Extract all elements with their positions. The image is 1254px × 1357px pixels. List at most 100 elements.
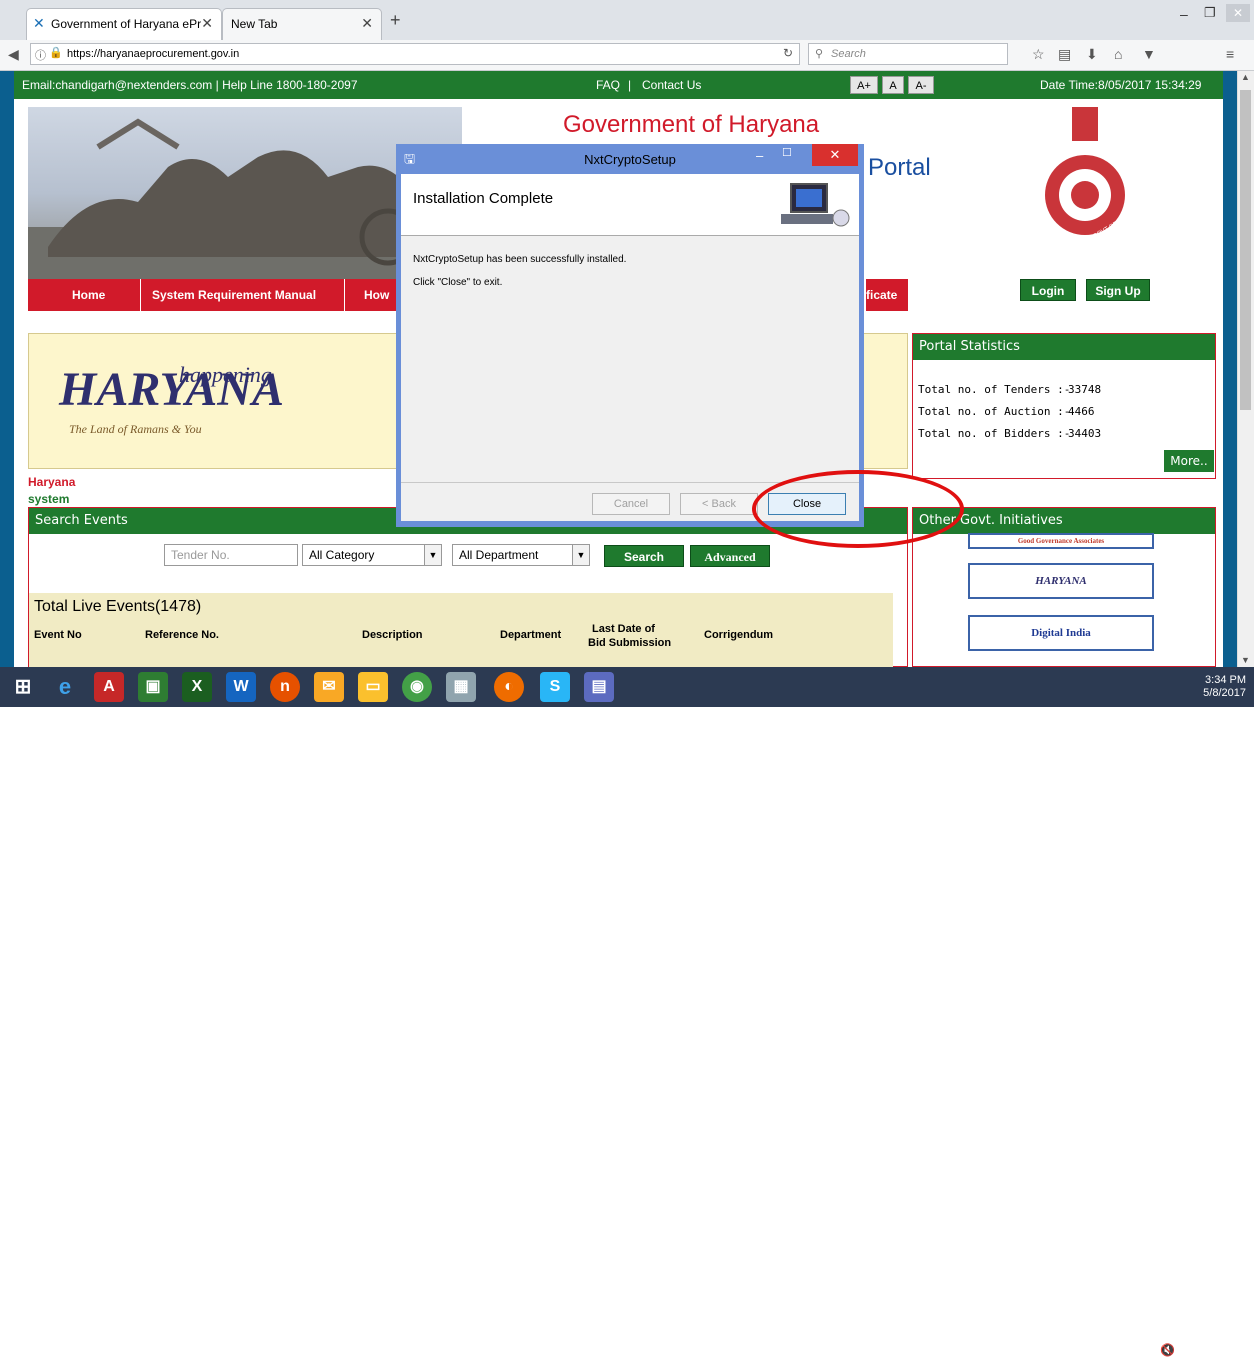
advanced-search-button[interactable]: Advanced	[690, 545, 770, 567]
browser-tab-bar: ✕ Government of Haryana ePr ✕ New Tab ✕ …	[0, 0, 1254, 40]
menu-divider	[140, 279, 141, 311]
annotation-circle	[752, 470, 964, 548]
windows-start-icon[interactable]: ⊞	[8, 672, 38, 702]
column-header: Corrigendum	[704, 629, 774, 641]
site-title: Government of Haryana	[563, 111, 820, 138]
tab-haryana-eprocurement[interactable]: ✕ Government of Haryana ePr ✕	[26, 8, 222, 40]
firefox-icon[interactable]: ◐	[494, 672, 524, 702]
taskbar-clock[interactable]: 3:34 PM 5/8/2017	[1196, 674, 1246, 700]
dialog-close-button[interactable]: ✕	[812, 144, 858, 166]
file-explorer-icon[interactable]: ▭	[358, 672, 388, 702]
cancel-button[interactable]: Cancel	[592, 493, 670, 515]
back-button[interactable]: < Back	[680, 493, 758, 515]
scroll-up-icon[interactable]: ▲	[1241, 72, 1250, 82]
column-header: Description	[362, 629, 423, 641]
menu-item-label: ficate	[866, 288, 898, 302]
search-icon: ⚲	[815, 48, 824, 60]
menu-item-system-requirement[interactable]: System Requirement Manual	[152, 288, 316, 302]
outlook-icon[interactable]: ✉	[314, 672, 344, 702]
installer-taskbar-icon[interactable]: ▤	[584, 672, 614, 702]
windows-taskbar: ⊞ e A ▣ X W n ✉ ▭ ◉ ▦ ◐ S ▤ ▲ 🔇 ▭	[0, 667, 1254, 1357]
column-header: Last Date of	[592, 623, 655, 635]
skype-icon[interactable]: S	[540, 672, 570, 702]
dialog-maximize-button[interactable]: ☐	[782, 146, 792, 159]
dialog-title-bar[interactable]: 🖫 NxtCryptoSetup – ☐ ✕	[396, 144, 864, 174]
digital-india-logo[interactable]: Digital India	[968, 615, 1154, 651]
menu-item-how[interactable]: How	[364, 288, 389, 302]
orange-app-icon[interactable]: n	[270, 672, 300, 702]
stat-label: Total no. of Tenders :-	[918, 383, 1071, 396]
nxtcrypto-setup-dialog: 🖫 NxtCryptoSetup – ☐ ✕ Installation Comp…	[396, 144, 864, 527]
menu-divider	[344, 279, 345, 311]
bookmark-star-icon[interactable]: ☆	[1032, 46, 1045, 63]
font-normal-button[interactable]: A	[882, 76, 904, 94]
success-message: NxtCryptoSetup has been successfully ins…	[413, 254, 627, 265]
department-select[interactable]: All Department ▼	[452, 544, 590, 566]
window-close-button[interactable]: ✕	[1226, 4, 1250, 22]
dialog-heading: Installation Complete	[413, 190, 554, 207]
menu-item-home[interactable]: Home	[72, 288, 105, 302]
url-text[interactable]: https://haryanaeprocurement.gov.in	[67, 48, 239, 60]
window-minimize-button[interactable]: –	[1180, 6, 1188, 22]
dialog-body: NxtCryptoSetup has been successfully ins…	[401, 236, 859, 482]
haryana-logo[interactable]: HARYANA	[968, 563, 1154, 599]
network-icon[interactable]: ▭	[1180, 1343, 1191, 1357]
window-maximize-button[interactable]: ❐	[1204, 5, 1216, 21]
dialog-title: NxtCryptoSetup	[584, 152, 676, 167]
back-arrow-icon[interactable]: ◀	[8, 46, 19, 63]
contact-us-link[interactable]: Contact Us	[642, 78, 701, 92]
menu-item-certificate[interactable]: ficate	[866, 279, 908, 311]
more-stats-button[interactable]: More..	[1164, 450, 1214, 472]
acrobat-icon[interactable]: A	[94, 672, 124, 702]
reading-list-icon[interactable]: ▤	[1058, 46, 1071, 63]
tray-chevron-icon[interactable]: ▲	[1146, 1346, 1155, 1356]
tender-no-input[interactable]: Tender No.	[164, 544, 298, 566]
downloads-icon[interactable]: ⬇	[1086, 46, 1098, 63]
excel-icon[interactable]: X	[182, 672, 212, 702]
tab-new-tab[interactable]: New Tab ✕	[222, 8, 382, 40]
store-icon[interactable]: ▣	[138, 672, 168, 702]
lock-icon: 🔒	[49, 47, 63, 59]
new-tab-button[interactable]: +	[390, 10, 401, 31]
scrollbar-thumb[interactable]	[1240, 90, 1251, 410]
main-menu: Home System Requirement Manual How	[28, 279, 458, 311]
chrome-icon[interactable]: ◉	[402, 672, 432, 702]
stat-label: Total no. of Auction :-	[918, 405, 1071, 418]
dialog-minimize-button[interactable]: –	[756, 148, 763, 163]
tab-close-icon[interactable]: ✕	[201, 15, 213, 32]
category-select[interactable]: All Category ▼	[302, 544, 442, 566]
signup-button[interactable]: Sign Up	[1086, 279, 1150, 301]
search-button[interactable]: Search	[604, 545, 684, 567]
login-button[interactable]: Login	[1020, 279, 1076, 301]
good-governance-logo[interactable]: Good Governance Associates	[968, 533, 1154, 549]
network-drive-icon[interactable]: ▦	[446, 672, 476, 702]
dialog-header: Installation Complete	[401, 174, 859, 236]
info-icon[interactable]: ⓘ	[35, 47, 46, 63]
column-header: Reference No.	[145, 629, 219, 641]
font-decrease-button[interactable]: A-	[908, 76, 934, 94]
word-icon[interactable]: W	[226, 672, 256, 702]
category-value: All Category	[309, 548, 375, 562]
font-increase-button[interactable]: A+	[850, 76, 878, 94]
instruction-message: Click "Close" to exit.	[413, 277, 503, 288]
url-bar[interactable]: ⓘ 🔒 https://haryanaeprocurement.gov.in ↻	[30, 43, 800, 65]
menu-hamburger-icon[interactable]: ≡	[1226, 46, 1234, 62]
page-side-border	[0, 71, 14, 667]
column-header: Bid Submission	[588, 637, 672, 649]
internet-explorer-icon[interactable]: e	[50, 672, 80, 702]
pocket-icon[interactable]: ▼	[1142, 46, 1156, 62]
banner-script-text: The Land of Ramans & You	[69, 422, 202, 436]
haryana-emblem: GOVT OF HARYANA	[1030, 107, 1145, 277]
scroll-down-icon[interactable]: ▼	[1241, 655, 1250, 665]
tab-close-icon[interactable]: ✕	[361, 15, 373, 32]
separator: |	[628, 78, 632, 92]
clock-date: 5/8/2017	[1203, 687, 1246, 699]
browser-search-box[interactable]: ⚲ Search	[808, 43, 1008, 65]
department-value: All Department	[459, 548, 539, 562]
column-header: Department	[500, 629, 562, 641]
clock-time: 3:34 PM	[1205, 674, 1246, 686]
volume-muted-icon[interactable]: 🔇	[1160, 1343, 1175, 1357]
home-icon[interactable]: ⌂	[1114, 46, 1122, 62]
faq-link[interactable]: FAQ	[596, 78, 620, 92]
reload-icon[interactable]: ↻	[783, 46, 793, 60]
